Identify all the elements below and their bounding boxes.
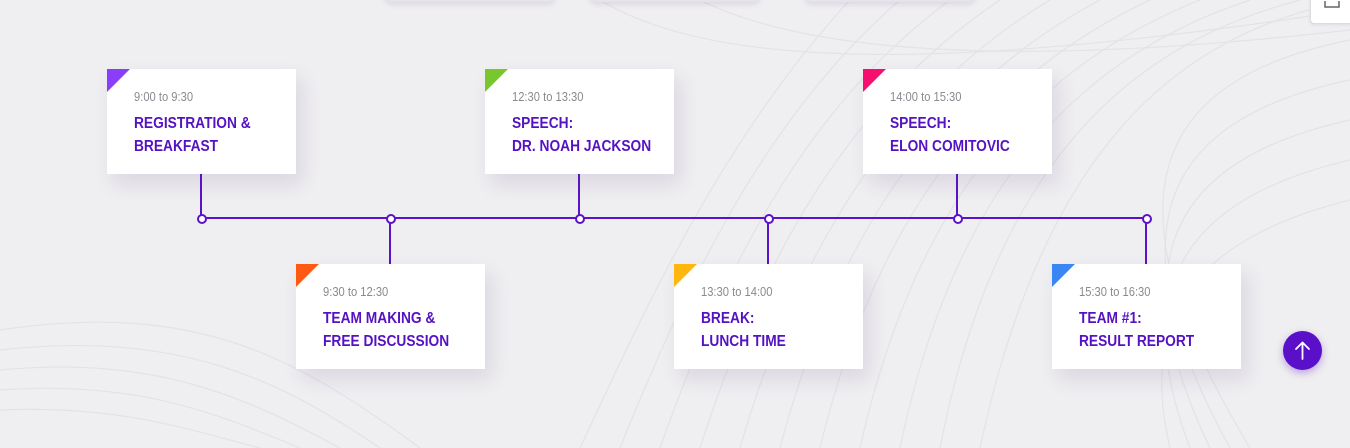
- accent-corner: [296, 264, 319, 287]
- timeline-node: [575, 214, 585, 224]
- schedule-card: 9:00 to 9:30 Registration & Breakfast: [107, 69, 296, 174]
- accent-corner: [674, 264, 697, 287]
- timeline-node: [386, 214, 396, 224]
- event-title-line: Speech:: [512, 115, 574, 132]
- timeline-stem: [200, 174, 202, 218]
- partial-card-top-1: [385, 0, 555, 2]
- accent-corner: [485, 69, 508, 92]
- event-time: 13:30 to 14:00: [701, 284, 773, 299]
- event-title-line: Result Report: [1079, 333, 1195, 350]
- schedule-card: 13:30 to 14:00 Break: Lunch Time: [674, 264, 863, 369]
- event-time: 9:00 to 9:30: [134, 89, 194, 104]
- event-title: Speech: Dr. Noah Jackson: [512, 112, 651, 158]
- timeline-node: [953, 214, 963, 224]
- accent-corner: [107, 69, 130, 92]
- corner-download-button[interactable]: [1310, 0, 1350, 24]
- event-title-line: Team Making &: [323, 310, 436, 327]
- background-pattern: [0, 0, 1350, 448]
- event-title-line: Dr. Noah Jackson: [512, 138, 652, 155]
- timeline-stem: [1145, 218, 1147, 264]
- timeline-node: [197, 214, 207, 224]
- event-title: Speech: Elon Comitovic: [890, 112, 1010, 158]
- schedule-card: 12:30 to 13:30 Speech: Dr. Noah Jackson: [485, 69, 674, 174]
- timeline-stem: [767, 218, 769, 264]
- scroll-to-top-button[interactable]: [1283, 331, 1322, 370]
- download-icon: [1324, 1, 1340, 8]
- event-time: 12:30 to 13:30: [512, 89, 584, 104]
- timeline-node: [1142, 214, 1152, 224]
- event-title: Team #1: Result Report: [1079, 307, 1194, 353]
- event-title: Registration & Breakfast: [134, 112, 251, 158]
- accent-corner: [1052, 264, 1075, 287]
- event-title-line: Registration &: [134, 115, 251, 132]
- timeline-stem: [389, 218, 391, 264]
- event-time: 14:00 to 15:30: [890, 89, 962, 104]
- event-title: Team Making & Free Discussion: [323, 307, 449, 353]
- event-title-line: Lunch Time: [701, 333, 786, 350]
- event-title: Break: Lunch Time: [701, 307, 786, 353]
- event-time: 9:30 to 12:30: [323, 284, 389, 299]
- event-title-line: Speech:: [890, 115, 952, 132]
- event-time: 15:30 to 16:30: [1079, 284, 1151, 299]
- arrow-up-icon: [1295, 341, 1310, 360]
- event-title-line: Elon Comitovic: [890, 138, 1010, 155]
- partial-card-top-2: [590, 0, 760, 2]
- schedule-card: 9:30 to 12:30 Team Making & Free Discuss…: [296, 264, 485, 369]
- schedule-card: 15:30 to 16:30 Team #1: Result Report: [1052, 264, 1241, 369]
- event-title-line: Free Discussion: [323, 333, 450, 350]
- event-title-line: Break:: [701, 310, 755, 327]
- timeline-line: [201, 217, 1147, 219]
- timeline-node: [764, 214, 774, 224]
- timeline-stem: [956, 174, 958, 218]
- schedule-card: 14:00 to 15:30 Speech: Elon Comitovic: [863, 69, 1052, 174]
- event-title-line: Team #1:: [1079, 310, 1142, 327]
- event-title-line: Breakfast: [134, 138, 219, 155]
- accent-corner: [863, 69, 886, 92]
- partial-card-top-3: [805, 0, 975, 2]
- timeline-stem: [578, 174, 580, 218]
